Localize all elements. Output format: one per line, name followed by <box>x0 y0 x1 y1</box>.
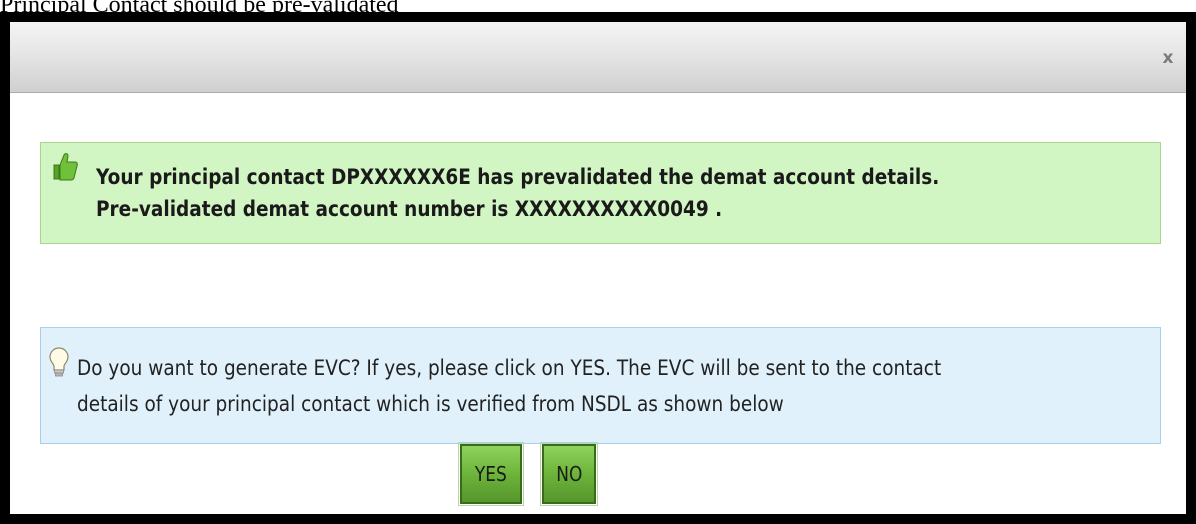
thumbs-up-icon <box>53 153 78 181</box>
info-message: Do you want to generate EVC? If yes, ple… <box>77 350 941 422</box>
yes-button-label: YES <box>475 462 507 486</box>
info-line-1: Do you want to generate EVC? If yes, ple… <box>77 356 942 380</box>
success-line-2: Pre-validated demat account number is XX… <box>96 197 723 221</box>
evc-dialog: x Your principal contact DPXXXXXX6E has … <box>0 12 1196 524</box>
no-button-label: NO <box>555 462 583 486</box>
yes-button[interactable]: YES <box>458 442 524 506</box>
close-icon[interactable]: x <box>1158 47 1178 69</box>
success-message-box: Your principal contact DPXXXXXX6E has pr… <box>40 142 1161 244</box>
success-message: Your principal contact DPXXXXXX6E has pr… <box>96 161 939 225</box>
dialog-titlebar: x <box>10 22 1186 93</box>
no-button[interactable]: NO <box>540 442 598 506</box>
lightbulb-icon <box>49 347 69 377</box>
success-line-1: Your principal contact DPXXXXXX6E has pr… <box>96 165 940 189</box>
info-message-box: Do you want to generate EVC? If yes, ple… <box>40 327 1161 444</box>
info-line-2: details of your principal contact which … <box>77 392 784 416</box>
